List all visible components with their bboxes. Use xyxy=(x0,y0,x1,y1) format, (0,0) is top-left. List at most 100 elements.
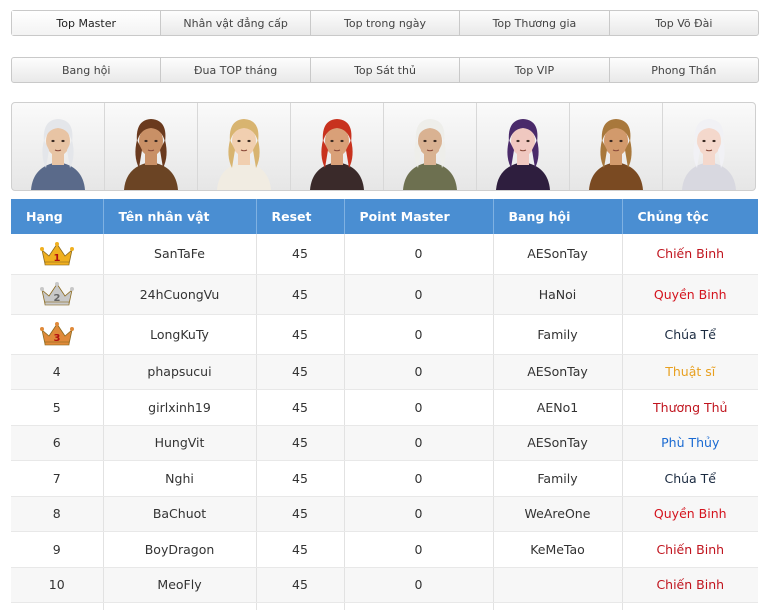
header-race: Chủng tộc xyxy=(622,199,758,234)
tab-top-trong-ngay[interactable]: Top trong ngày xyxy=(311,11,461,35)
point-master-cell: 0 xyxy=(344,389,494,426)
race-cell: Chiến Binh xyxy=(622,531,758,568)
race-cell: Chiến Binh xyxy=(622,234,758,275)
race-cell xyxy=(622,603,758,610)
character-avatar-icon xyxy=(124,119,178,190)
character-portrait-8[interactable] xyxy=(663,103,755,190)
crown-gold-icon: 1 xyxy=(39,241,74,266)
character-avatar-icon xyxy=(310,119,364,190)
character-portrait-4[interactable] xyxy=(291,103,384,190)
rank-cell: 3 xyxy=(11,314,104,355)
tab-phong-than[interactable]: Phong Thần xyxy=(610,58,758,82)
character-name-cell: MeoFly xyxy=(103,567,257,603)
race-cell: Chiến Binh xyxy=(622,567,758,603)
character-portraits-strip xyxy=(11,102,756,191)
guild-cell xyxy=(493,602,623,610)
table-row[interactable]: 4 phapsucui 45 0 AESonTay Thuật sĩ xyxy=(11,354,758,390)
character-name-cell: BaChuot xyxy=(103,496,257,532)
table-row[interactable]: 8 BaChuot 45 0 WeAreOne Quyền Binh xyxy=(11,496,758,532)
character-portrait-6[interactable] xyxy=(477,103,570,190)
reset-cell: 45 xyxy=(256,567,345,603)
reset-cell: 45 xyxy=(256,314,345,355)
race-cell: Chúa Tể xyxy=(622,314,758,355)
rank-cell: 2 xyxy=(11,274,104,315)
tab-top-thuong-gia[interactable]: Top Thương gia xyxy=(460,11,610,35)
character-name-cell: girlxinh19 xyxy=(103,389,257,426)
character-avatar-icon xyxy=(31,119,85,190)
race-cell: Quyền Binh xyxy=(622,496,758,532)
table-row[interactable]: 3 LongKuTy 45 0 Family Chúa Tể xyxy=(11,314,758,355)
crown-rank-number: 3 xyxy=(53,333,60,344)
guild-cell: WeAreOne xyxy=(493,496,623,532)
character-name-cell: LongKuTy xyxy=(103,314,257,355)
ranking-table: Hạng Tên nhân vật Reset Point Master Ban… xyxy=(11,199,758,610)
ranking-tabs-row-2: Bang hội Đua TOP tháng Top Sát thủ Top VIP P… xyxy=(11,57,759,83)
point-master-cell xyxy=(344,602,494,610)
tab-nhan-vat-dang-cap[interactable]: Nhân vật đẳng cấp xyxy=(161,11,311,35)
guild-cell xyxy=(493,567,623,603)
rank-cell: 5 xyxy=(11,389,104,426)
table-row[interactable]: 1 SanTaFe 45 0 AESonTay Chiến Binh xyxy=(11,234,758,275)
table-row[interactable]: 10 MeoFly 45 0 Chiến Binh xyxy=(11,567,758,603)
race-cell: Thuật sĩ xyxy=(622,354,758,390)
tab-top-sat-thu[interactable]: Top Sát thủ xyxy=(311,58,461,82)
guild-cell: AESonTay xyxy=(493,354,623,390)
rank-cell: 10 xyxy=(11,567,104,603)
character-portrait-2[interactable] xyxy=(105,103,198,190)
tab-bang-hoi[interactable]: Bang hội xyxy=(12,58,162,82)
character-avatar-icon xyxy=(682,119,736,190)
character-name-cell: Nghi xyxy=(103,460,257,497)
character-name-cell: BoyDragon xyxy=(103,531,257,568)
header-guild: Bang hội xyxy=(493,199,623,234)
crown-rank-number: 2 xyxy=(53,293,60,304)
table-header-row: Hạng Tên nhân vật Reset Point Master Ban… xyxy=(11,199,758,234)
rank-cell: 8 xyxy=(11,496,104,532)
table-row[interactable]: 6 HungVit 45 0 AESonTay Phù Thủy xyxy=(11,425,758,461)
character-name-cell: 24hCuongVu xyxy=(103,274,257,315)
rank-cell: 4 xyxy=(11,354,104,390)
race-cell: Quyền Binh xyxy=(622,274,758,315)
character-name-cell: HungVit xyxy=(103,425,257,461)
character-portrait-3[interactable] xyxy=(198,103,291,190)
point-master-cell: 0 xyxy=(344,425,494,461)
tab-top-vip[interactable]: Top VIP xyxy=(460,58,610,82)
table-row[interactable]: 2 24hCuongVu 45 0 HaNoi Quyền Binh xyxy=(11,274,758,315)
character-avatar-icon xyxy=(496,119,550,190)
character-portrait-1[interactable] xyxy=(12,103,105,190)
reset-cell: 45 xyxy=(256,460,345,497)
table-row[interactable]: 7 Nghi 45 0 Family Chúa Tể xyxy=(11,460,758,497)
character-name-cell: phapsucui xyxy=(103,354,257,390)
reset-cell: 45 xyxy=(256,531,345,568)
rank-cell xyxy=(11,602,104,610)
tab-dua-top-thang[interactable]: Đua TOP tháng xyxy=(161,58,311,82)
point-master-cell: 0 xyxy=(344,274,494,315)
point-master-cell: 0 xyxy=(344,460,494,497)
crown-rank-number: 1 xyxy=(53,253,60,264)
tab-top-vo-dai[interactable]: Top Võ Đài xyxy=(610,11,758,35)
character-avatar-icon xyxy=(403,119,457,190)
crown-bronze-icon: 3 xyxy=(39,322,74,346)
character-portrait-5[interactable] xyxy=(384,103,477,190)
reset-cell: 45 xyxy=(256,389,345,426)
point-master-cell: 0 xyxy=(344,354,494,390)
header-point-master: Point Master xyxy=(344,199,494,234)
table-row[interactable]: 9 BoyDragon 45 0 KeMeTao Chiến Binh xyxy=(11,531,758,568)
race-cell: Thương Thủ xyxy=(622,389,758,426)
character-portrait-7[interactable] xyxy=(570,103,663,190)
guild-cell: AENo1 xyxy=(493,389,623,426)
tab-top-master[interactable]: Top Master xyxy=(12,11,162,35)
character-avatar-icon xyxy=(217,119,271,190)
header-character-name: Tên nhân vật xyxy=(103,199,257,234)
point-master-cell: 0 xyxy=(344,234,494,275)
guild-cell: AESonTay xyxy=(493,234,623,275)
table-row[interactable] xyxy=(11,602,758,610)
reset-cell: 45 xyxy=(256,354,345,390)
crown-silver-icon: 2 xyxy=(39,282,74,306)
character-name-cell: SanTaFe xyxy=(103,234,257,275)
table-row[interactable]: 5 girlxinh19 45 0 AENo1 Thương Thủ xyxy=(11,389,758,426)
guild-cell: HaNoi xyxy=(493,274,623,315)
race-cell: Phù Thủy xyxy=(622,425,758,461)
rank-cell: 7 xyxy=(11,460,104,497)
character-avatar-icon xyxy=(589,119,643,190)
point-master-cell: 0 xyxy=(344,314,494,355)
